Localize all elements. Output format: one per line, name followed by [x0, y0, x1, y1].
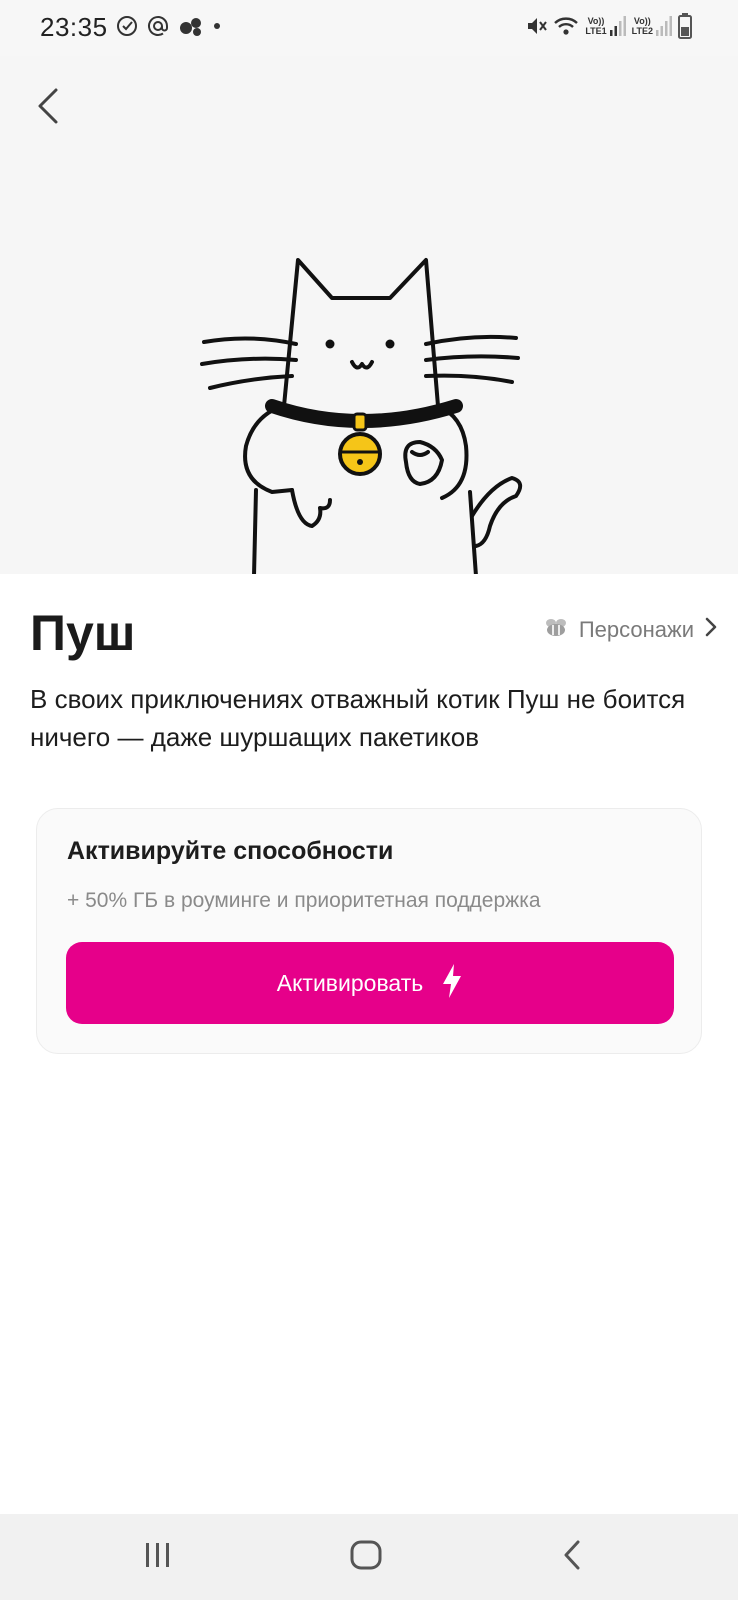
back-icon [562, 1540, 582, 1575]
character-name: Пуш [30, 605, 136, 661]
home-button[interactable] [336, 1534, 396, 1580]
back-button[interactable] [24, 80, 72, 136]
card-subtitle: + 50% ГБ в роуминге и приоритетная подде… [67, 889, 541, 912]
volte-label: Vo)) [633, 16, 651, 26]
dot-icon [212, 21, 222, 31]
messenger-icon [178, 15, 204, 37]
home-icon [350, 1540, 382, 1575]
navigation-bar [0, 1514, 738, 1600]
sim2-label: LTE2 [631, 26, 653, 36]
bee-icon [543, 616, 569, 643]
recents-icon [144, 1542, 172, 1573]
checkmark-circle-icon [116, 15, 138, 37]
characters-link[interactable]: Персонажи [543, 616, 718, 643]
status-left-icons [116, 14, 222, 38]
card-title: Активируйте способности [67, 837, 394, 865]
nav-back-button[interactable] [542, 1534, 602, 1580]
characters-link-label: Персонажи [578, 616, 694, 642]
at-sign-icon [146, 14, 170, 38]
activate-button[interactable]: Активировать [66, 942, 674, 1024]
character-description: В своих приключениях отважный котик Пуш … [30, 684, 686, 752]
lightning-icon [441, 963, 463, 1003]
battery-icon [678, 13, 692, 39]
recents-button[interactable] [128, 1534, 188, 1580]
mute-icon [525, 14, 548, 38]
lte1-signal-icon: Vo)) LTE1 [585, 16, 626, 36]
status-right-icons: Vo)) LTE1 Vo)) LTE2 [525, 13, 692, 39]
hero-banner [0, 56, 738, 574]
status-time: 23:35 [40, 12, 108, 42]
sim1-label: LTE1 [585, 26, 607, 36]
cat-illustration [200, 258, 523, 574]
status-bar: 23:35 Vo)) LTE1 Vo)) LTE2 [0, 0, 738, 56]
volte-label: Vo)) [587, 16, 605, 26]
wifi-icon [553, 15, 579, 37]
chevron-left-icon [34, 86, 62, 131]
lte2-signal-icon: Vo)) LTE2 [632, 16, 672, 36]
activate-button-label: Активировать [276, 969, 424, 996]
chevron-right-icon [704, 616, 718, 643]
abilities-card: Активируйте способности + 50% ГБ в роуми… [36, 808, 702, 1054]
